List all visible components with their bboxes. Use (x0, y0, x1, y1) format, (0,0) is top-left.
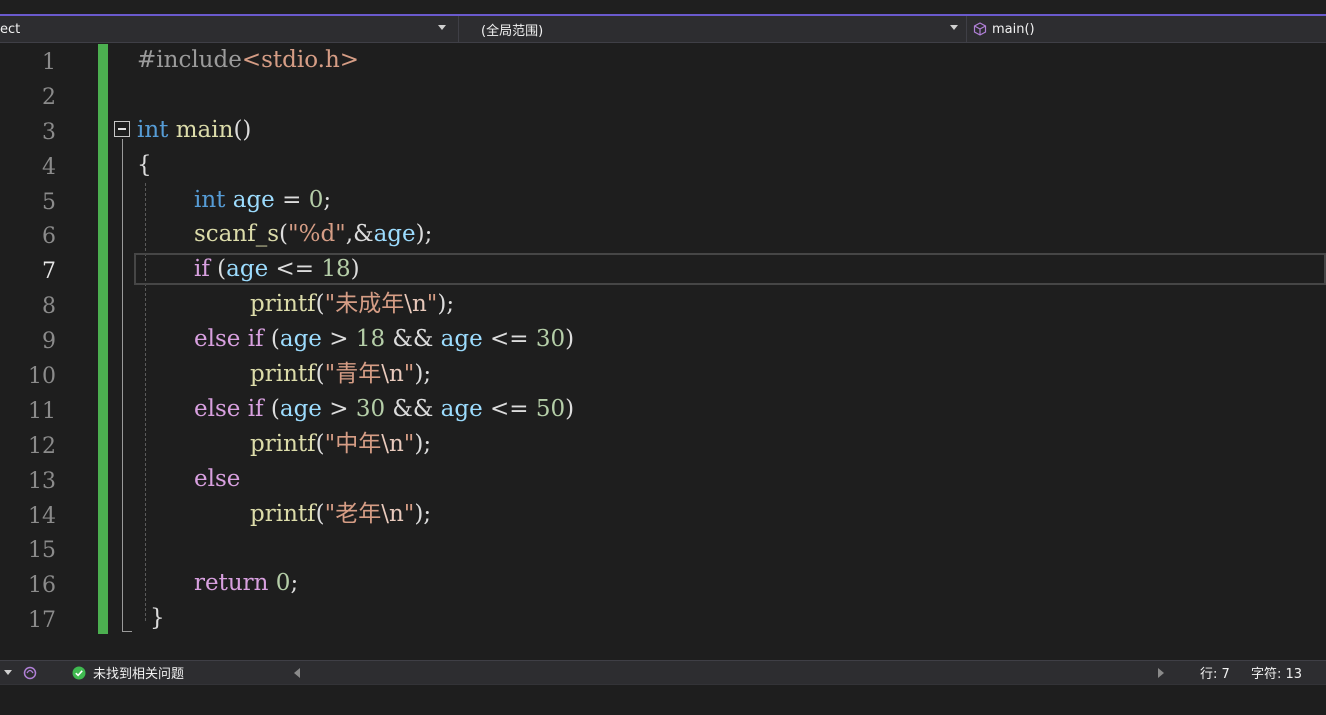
line-number: 6 (42, 224, 56, 249)
line-number: 12 (28, 434, 56, 459)
editor-status-bar: 未找到相关问题 行: 7 字符: 13 (0, 660, 1326, 684)
change-tracking-bar (98, 44, 108, 634)
code-line-6[interactable]: scanf_s("%d",&age); (194, 217, 432, 252)
code-line-14[interactable]: printf("老年\n"); (250, 497, 431, 532)
bottom-panel-strip (0, 684, 1326, 715)
code-line-11[interactable]: else if (age > 30 && age <= 50) (194, 392, 574, 427)
line-indicator[interactable]: 行: 7 (1200, 661, 1230, 684)
zoom-dropdown[interactable] (4, 661, 12, 684)
code-line-4[interactable]: { (137, 148, 152, 183)
function-dropdown-label: main() (992, 21, 1035, 37)
line-number: 10 (28, 364, 56, 389)
code-line-12[interactable]: printf("中年\n"); (250, 427, 431, 462)
code-line-13[interactable]: else (194, 462, 240, 497)
char-indicator[interactable]: 字符: 13 (1251, 661, 1302, 684)
line-number: 5 (42, 190, 56, 215)
code-line-3[interactable]: int main() (137, 113, 251, 148)
line-number: 1 (42, 50, 56, 75)
line-number: 3 (42, 120, 56, 145)
line-number-active: 7 (42, 259, 56, 284)
code-line-16[interactable]: return 0; (194, 566, 298, 601)
line-number: 11 (28, 399, 56, 424)
code-editor[interactable]: 1 2 3 4 5 6 7 8 9 10 11 12 13 14 15 16 1… (0, 43, 1326, 660)
code-line-8[interactable]: printf("未成年\n"); (250, 287, 454, 322)
line-number: 4 (42, 155, 56, 180)
check-circle-icon (72, 666, 86, 679)
chevron-right-icon (1158, 667, 1164, 678)
project-dropdown-label: ect (0, 21, 21, 37)
fold-guide (122, 139, 123, 632)
intellicode-icon[interactable] (22, 661, 38, 684)
navigation-bar: ect (全局范围) main() (0, 16, 1326, 43)
line-number: 17 (28, 608, 56, 633)
line-number: 9 (42, 329, 56, 354)
line-number: 14 (28, 504, 56, 529)
code-line-7[interactable]: if (age <= 18) (194, 252, 360, 287)
line-number: 8 (42, 294, 56, 319)
chevron-down-icon (438, 25, 446, 30)
code-line-9[interactable]: else if (age > 18 && age <= 30) (194, 322, 574, 357)
line-number: 2 (42, 85, 56, 110)
code-line-5[interactable]: int age = 0; (194, 183, 331, 218)
cube-icon (973, 22, 987, 36)
function-dropdown[interactable]: main() (966, 16, 1326, 42)
code-line-1[interactable]: #include<stdio.h> (137, 43, 359, 78)
code-line-17[interactable]: } (150, 601, 165, 636)
issues-text: 未找到相关问题 (93, 667, 185, 682)
line-number: 15 (28, 538, 56, 563)
window-top-accent (0, 0, 1326, 16)
collapse-icon[interactable] (114, 121, 130, 137)
chevron-down-icon (4, 670, 12, 675)
project-dropdown[interactable]: ect (0, 16, 452, 42)
scope-dropdown[interactable]: (全局范围) (458, 16, 964, 42)
fold-guide-end (122, 631, 132, 632)
indent-guide (145, 183, 146, 621)
line-number: 16 (28, 573, 56, 598)
scroll-left-button[interactable] (294, 661, 300, 684)
chevron-down-icon (950, 25, 958, 30)
issues-indicator[interactable]: 未找到相关问题 (72, 661, 184, 684)
chevron-left-icon (294, 667, 300, 678)
line-number: 13 (28, 469, 56, 494)
scroll-right-button[interactable] (1158, 661, 1164, 684)
code-line-10[interactable]: printf("青年\n"); (250, 357, 431, 392)
scope-dropdown-label: (全局范围) (481, 23, 544, 39)
